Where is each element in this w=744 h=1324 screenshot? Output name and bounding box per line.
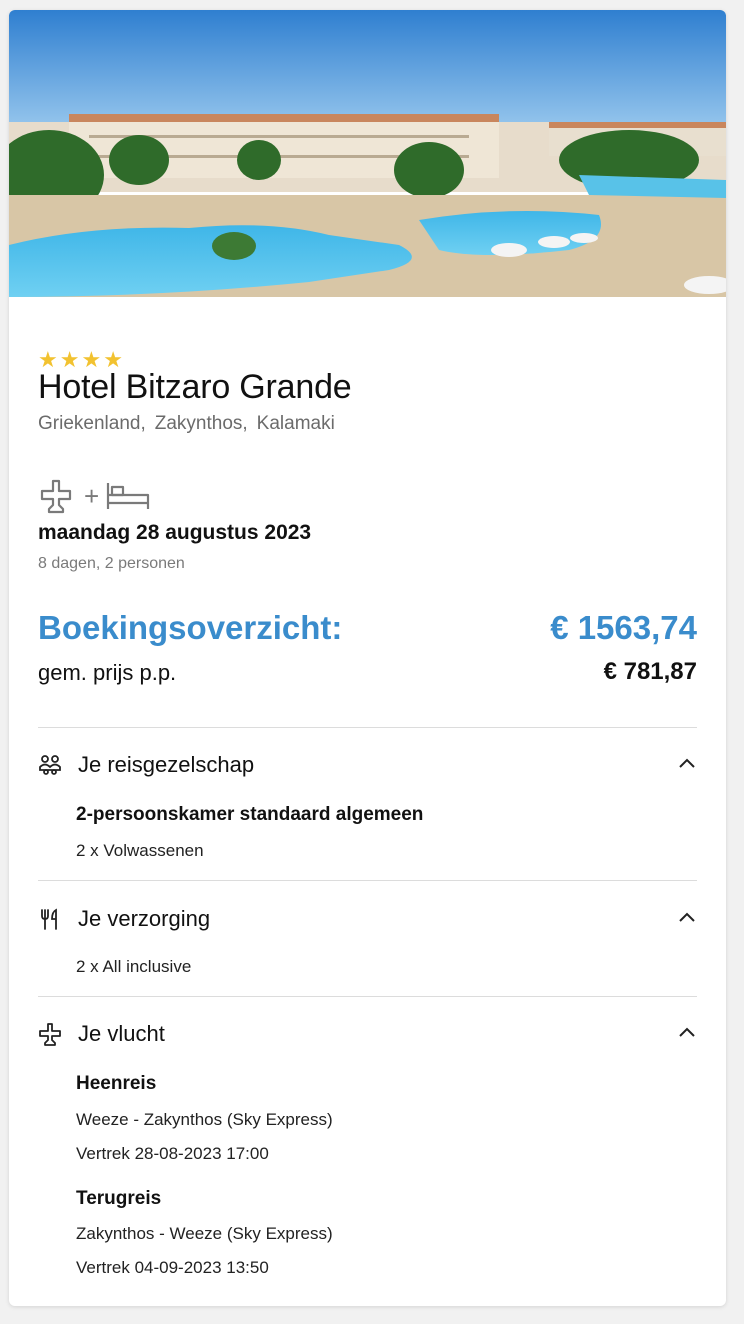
section-title-party: Je reisgezelschap [78, 752, 255, 777]
hotel-location: Griekenland, Zakynthos, Kalamaki [38, 413, 344, 435]
plus-sign: + [84, 481, 100, 511]
hotel-photo [9, 10, 726, 297]
divider [38, 996, 697, 997]
return-route: Zakynthos - Weeze (Sky Express) [76, 1224, 333, 1243]
return-departure: Vertrek 04-09-2023 13:50 [76, 1258, 269, 1277]
location-region: Zakynthos, [154, 413, 248, 434]
booking-total-price: € 1563,74 [550, 609, 697, 646]
trip-details: 8 dagen, 2 personen [38, 555, 185, 572]
location-country: Griekenland, [38, 413, 146, 434]
outbound-title: Heenreis [76, 1073, 157, 1094]
plane-icon [40, 479, 72, 514]
departure-date: maandag 28 augustus 2023 [38, 521, 312, 544]
divider [38, 880, 697, 881]
price-per-person-label: gem. prijs p.p. [38, 660, 177, 685]
group-icon [39, 755, 61, 775]
section-title-board: Je verzorging [78, 906, 211, 931]
outbound-route: Weeze - Zakynthos (Sky Express) [76, 1110, 333, 1129]
section-header-flight[interactable]: Je vlucht [38, 1019, 697, 1049]
room-type: 2-persoonskamer standaard algemeen [76, 804, 424, 825]
booking-overview-label: Boekingsoverzicht: [38, 609, 343, 646]
section-title-flight: Je vlucht [78, 1021, 165, 1046]
location-town: Kalamaki [256, 413, 335, 434]
price-per-person-value: € 781,87 [603, 658, 697, 685]
booking-summary-card: ★ ★ ★ ★ Hotel Bitzaro Grande Griekenland… [9, 10, 726, 1306]
section-header-board[interactable]: Je verzorging [38, 904, 697, 934]
divider [38, 727, 697, 728]
bed-icon [107, 483, 150, 509]
hotel-name: Hotel Bitzaro Grande [38, 368, 352, 406]
party-composition: 2 x Volwassenen [76, 841, 204, 860]
return-title: Terugreis [76, 1188, 162, 1209]
chevron-up-icon[interactable] [677, 754, 697, 774]
outbound-departure: Vertrek 28-08-2023 17:00 [76, 1144, 269, 1163]
section-header-party[interactable]: Je reisgezelschap [38, 750, 697, 780]
plane-icon [39, 1023, 61, 1046]
chevron-up-icon[interactable] [677, 1023, 697, 1043]
package-type: + [38, 478, 150, 514]
chevron-up-icon[interactable] [677, 908, 697, 928]
board-type: 2 x All inclusive [76, 957, 192, 976]
fork-knife-icon [41, 908, 57, 930]
